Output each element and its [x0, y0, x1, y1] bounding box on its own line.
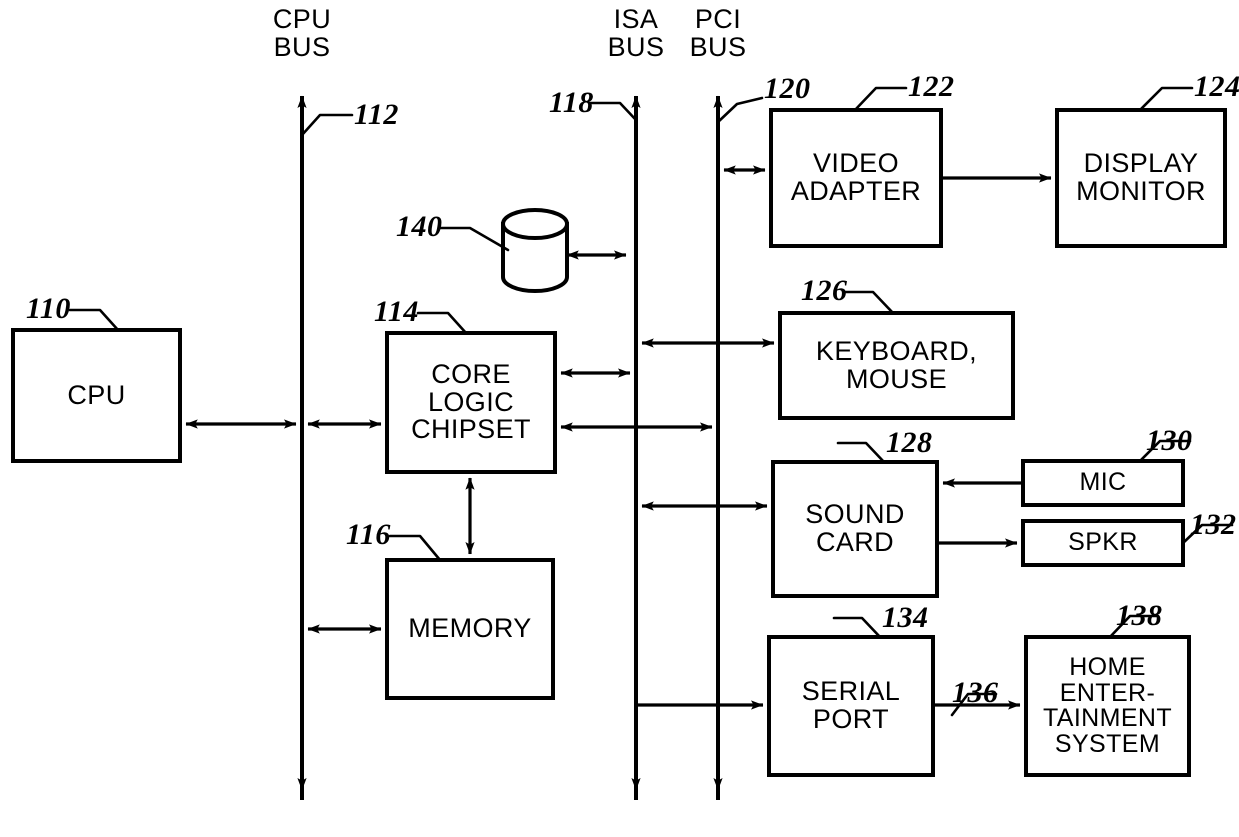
- leader-126: [843, 290, 895, 315]
- leader-140: [438, 226, 510, 252]
- leader-134: [832, 616, 882, 639]
- ref-numeral-124: 124: [1194, 70, 1239, 103]
- leader-120: [716, 96, 764, 124]
- disk-drive-icon: [501, 208, 569, 293]
- leader-110: [68, 308, 120, 332]
- ref-numeral-130: 130: [1146, 424, 1193, 457]
- block-spkr: [1021, 519, 1185, 567]
- ref-numeral-138: 138: [1116, 599, 1163, 632]
- block-cpu: [11, 328, 182, 463]
- ref-numeral-114: 114: [374, 295, 419, 328]
- block-keyboard-mouse: [778, 311, 1015, 420]
- diagram-canvas: [11, 86, 1234, 800]
- block-home-entertainment: [1024, 635, 1191, 777]
- leader-122: [853, 86, 908, 112]
- ref-numeral-128: 128: [886, 426, 933, 459]
- block-video-adapter: [769, 108, 943, 248]
- block-memory: [385, 558, 555, 700]
- block-mic: [1021, 459, 1185, 507]
- patent-figure: CPU BUS ISA BUS PCI BUS CPU CORE LOGIC C…: [0, 0, 1239, 837]
- ref-numeral-126: 126: [801, 274, 848, 307]
- leader-128: [836, 441, 886, 464]
- ref-numeral-132: 132: [1190, 508, 1237, 541]
- ref-numeral-122: 122: [908, 70, 955, 103]
- ref-numeral-136: 136: [952, 676, 999, 709]
- leader-118: [588, 101, 638, 122]
- block-sound-card: [771, 460, 939, 598]
- ref-numeral-134: 134: [882, 601, 929, 634]
- block-serial-port: [767, 635, 935, 777]
- ref-numeral-116: 116: [346, 518, 391, 551]
- leader-112: [300, 113, 354, 137]
- block-core-logic: [385, 331, 557, 474]
- leader-116: [388, 534, 442, 562]
- ref-numeral-112: 112: [354, 98, 399, 131]
- bus-label-pci-bus: PCI BUS: [689, 4, 747, 62]
- ref-numeral-118: 118: [549, 86, 594, 119]
- block-display-monitor: [1055, 108, 1227, 248]
- bus-label-cpu-bus: CPU BUS: [272, 4, 332, 62]
- ref-numeral-110: 110: [26, 292, 71, 325]
- leader-124: [1138, 86, 1194, 112]
- ref-numeral-120: 120: [764, 72, 811, 105]
- leader-114: [416, 311, 468, 335]
- ref-numeral-140: 140: [396, 210, 443, 243]
